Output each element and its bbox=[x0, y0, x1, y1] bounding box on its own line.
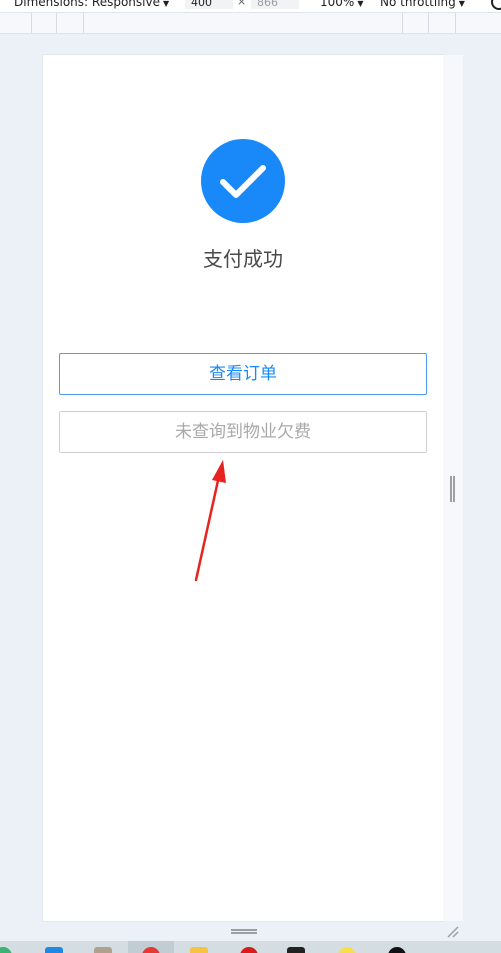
app-icon-folder[interactable] bbox=[190, 947, 208, 953]
ruler-tick bbox=[83, 13, 84, 33]
app-icon-image[interactable] bbox=[94, 947, 112, 953]
view-order-button[interactable]: 查看订单 bbox=[59, 353, 427, 395]
throttle-dropdown[interactable]: No throttling ▼ bbox=[380, 0, 465, 9]
zoom-label: 100% bbox=[320, 0, 355, 9]
media-query-bar bbox=[0, 13, 501, 34]
height-input[interactable]: 866 bbox=[251, 0, 299, 9]
throttle-label: No throttling bbox=[380, 0, 456, 9]
ruler-tick bbox=[31, 13, 32, 33]
app-icon-dark[interactable] bbox=[287, 947, 305, 953]
ruler-tick bbox=[56, 13, 57, 33]
chevron-down-icon: ▼ bbox=[162, 0, 170, 8]
resize-handle-bottom[interactable] bbox=[231, 929, 257, 934]
device-viewport: 支付成功 查看订单 未查询到物业欠费 bbox=[43, 55, 443, 921]
times-icon: × bbox=[237, 0, 247, 8]
dimensions-label: Dimensions: Responsive bbox=[14, 0, 160, 9]
app-icon-black[interactable] bbox=[388, 947, 406, 953]
chevron-down-icon: ▼ bbox=[357, 0, 364, 8]
app-icon-red[interactable] bbox=[240, 947, 258, 953]
success-check-icon bbox=[201, 139, 285, 223]
app-icon-green[interactable] bbox=[0, 947, 12, 953]
width-input[interactable]: 400 bbox=[185, 0, 233, 9]
os-taskbar bbox=[0, 941, 501, 953]
resize-handle-right[interactable] bbox=[450, 476, 455, 502]
ruler-tick bbox=[455, 13, 456, 33]
app-icon-yellow[interactable] bbox=[338, 947, 356, 953]
app-icon-blue[interactable] bbox=[45, 947, 63, 953]
rotate-icon[interactable] bbox=[491, 0, 501, 10]
ruler-tick bbox=[428, 13, 429, 33]
dimensions-dropdown[interactable]: Dimensions: Responsive ▼ bbox=[14, 0, 169, 9]
zoom-dropdown[interactable]: 100% ▼ bbox=[320, 0, 363, 9]
ruler-tick bbox=[402, 13, 403, 33]
chevron-down-icon: ▼ bbox=[458, 0, 465, 8]
payment-status-text: 支付成功 bbox=[203, 247, 283, 271]
no-fee-button[interactable]: 未查询到物业欠费 bbox=[59, 411, 427, 453]
devtools-toolbar: Dimensions: Responsive ▼ 400 × 866 100% ▼ … bbox=[0, 0, 501, 13]
resize-handle-corner[interactable] bbox=[446, 925, 460, 939]
